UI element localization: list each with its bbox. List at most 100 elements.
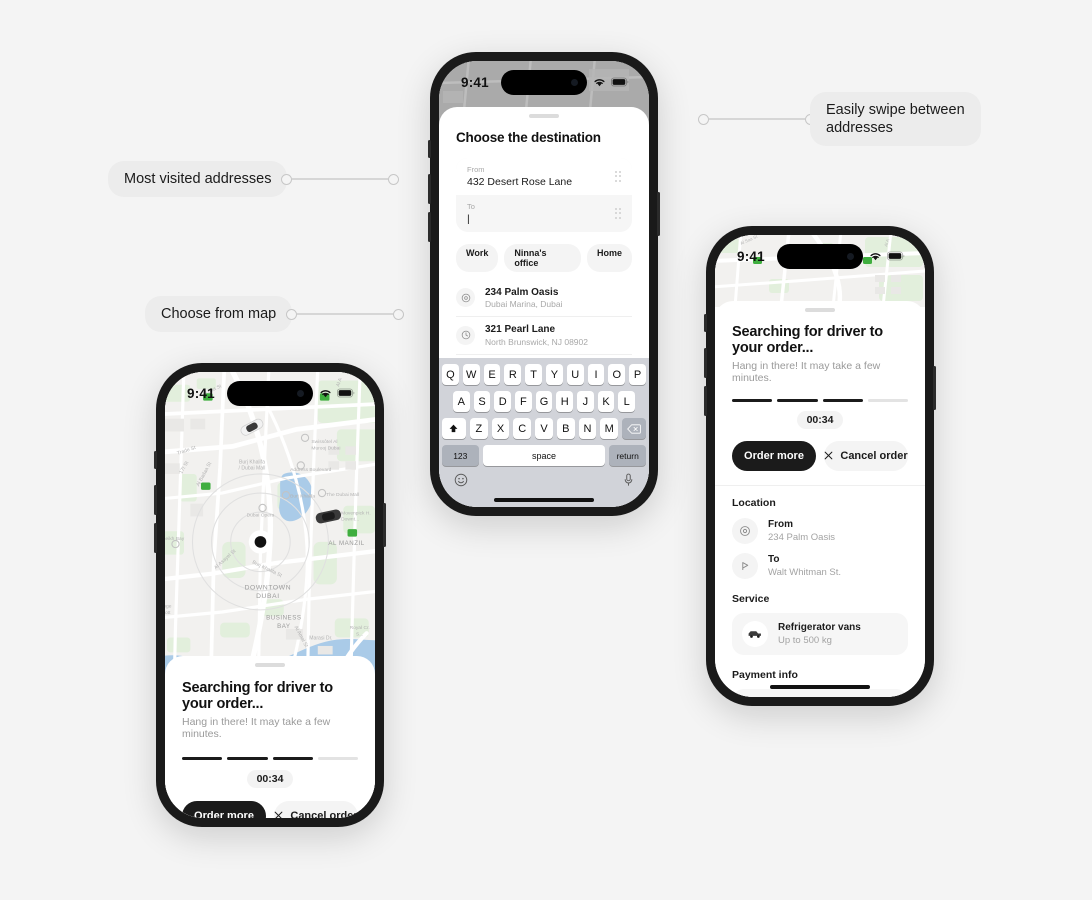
keyboard-row-2: A S D F G H J K L [442,391,646,412]
connector-dot-start [281,173,293,185]
emoji-icon[interactable] [454,473,468,492]
connector-dot-end [388,173,400,185]
payment-section-title: Payment info [732,668,798,681]
order-more-button[interactable]: Order more [732,440,816,471]
key-x[interactable]: X [491,418,510,439]
key-q[interactable]: Q [442,364,459,385]
key-e[interactable]: E [483,364,501,385]
callout-connector [698,113,816,125]
volume-up-button[interactable] [428,174,431,204]
mute-switch[interactable] [154,451,157,469]
sheet-actions: Order more Cancel order [732,440,908,471]
volume-down-button[interactable] [154,523,157,553]
canvas: Most visited addresses Choose from map E… [0,0,1092,900]
location-section-title: Location [732,496,776,509]
key-i[interactable]: I [587,364,605,385]
key-a[interactable]: A [452,391,470,412]
to-field[interactable]: To | [456,195,632,232]
volume-down-button[interactable] [428,212,431,242]
order-more-button[interactable]: Order more [182,800,266,818]
key-j[interactable]: J [577,391,594,412]
list-item[interactable]: 321 Pearl Lane North Brunswick, NJ 08902 [456,317,632,354]
from-value: 432 Desert Rose Lane [467,175,573,188]
svg-text:Dubai Opera: Dubai Opera [247,512,275,518]
to-label: To [768,553,780,565]
key-o[interactable]: O [608,364,626,385]
key-s[interactable]: S [473,391,491,412]
power-button[interactable] [933,366,936,410]
search-timer: 00:34 [796,410,844,429]
from-label: From [768,518,793,530]
cancel-order-label: Cancel order [290,809,358,819]
screen: Al Saa St Al A 9:41 Searching for driver… [715,235,925,697]
key-l[interactable]: L [618,391,636,412]
status-time: 9:41 [461,74,489,90]
from-field[interactable]: From 432 Desert Rose Lane [456,157,632,195]
connector-dot-end [393,308,405,320]
power-button[interactable] [657,192,660,236]
home-indicator [770,685,870,689]
callout-connector [286,308,405,320]
flag-icon [732,552,758,579]
power-button[interactable] [383,503,386,547]
connector-bar [709,118,805,120]
drag-handle-icon[interactable] [614,170,621,182]
svg-text:/ Dubai Mall: / Dubai Mall [239,466,266,472]
to-location-row[interactable]: To Walt Whitman St. [732,552,908,579]
key-n[interactable]: N [578,418,597,439]
progress-segment [227,756,268,760]
chip-ninnas-office[interactable]: Ninna's office [504,243,581,272]
key-c[interactable]: C [513,418,532,439]
key-k[interactable]: K [597,391,615,412]
key-m[interactable]: M [600,418,619,439]
key-y[interactable]: Y [546,364,563,385]
key-return[interactable]: return [609,445,647,466]
payment-row[interactable]: VISA •••• 1234 $13 [732,688,908,697]
key-numbers[interactable]: 123 [442,445,479,466]
volume-down-button[interactable] [704,386,707,416]
microphone-icon[interactable] [623,473,634,492]
shift-icon[interactable] [442,418,466,439]
service-row[interactable]: Refrigerator vans Up to 500 kg [732,612,908,655]
key-w[interactable]: W [462,364,480,385]
sheet-subtitle: Hang in there! It may take a few minutes… [182,715,331,740]
key-g[interactable]: G [535,391,553,412]
drag-handle-icon[interactable] [614,207,621,219]
key-p[interactable]: P [629,364,646,385]
close-icon [275,811,283,818]
sheet-actions: Order more Cancel order [182,800,358,819]
volume-up-button[interactable] [154,485,157,515]
battery-icon [887,251,905,261]
callout-easily-swipe: Easily swipe between addresses [698,92,981,147]
key-d[interactable]: D [494,391,511,412]
from-location-row[interactable]: From 234 Palm Oasis [732,517,908,544]
key-t[interactable]: T [525,364,542,385]
connector-dot-start [698,113,709,125]
chip-work[interactable]: Work [456,243,499,272]
volume-up-button[interactable] [704,348,707,378]
list-item[interactable]: 234 Palm Oasis Dubai Marina, Dubai [456,280,632,317]
wifi-icon [320,390,331,398]
destination-title: Choose the destination [456,129,601,145]
mute-switch[interactable] [428,140,431,158]
key-u[interactable]: U [566,364,584,385]
mute-switch[interactable] [704,314,707,332]
cancel-order-button[interactable]: Cancel order [274,800,358,819]
key-b[interactable]: B [556,418,575,439]
clock-icon [456,325,475,345]
screen: DOWNTOWN DUBAI BUSINESS BAY AL MANZIL Bu… [165,372,375,818]
svg-text:Movenpick H.: Movenpick H. [341,510,371,516]
key-space[interactable]: space [482,445,606,466]
svg-text:Royal Cr.: Royal Cr. [350,625,370,631]
order-details-sheet: Searching for driver to your order... Ha… [715,301,925,697]
backspace-icon[interactable] [622,418,647,439]
chip-home[interactable]: Home [586,243,632,272]
search-progress-bar [182,756,358,760]
key-z[interactable]: Z [469,418,488,439]
key-r[interactable]: R [504,364,522,385]
key-f[interactable]: F [515,391,532,412]
key-v[interactable]: V [535,418,553,439]
cancel-order-button[interactable]: Cancel order [824,440,908,471]
key-h[interactable]: H [556,391,574,412]
svg-text:Burj Khalifa: Burj Khalifa [290,493,315,499]
